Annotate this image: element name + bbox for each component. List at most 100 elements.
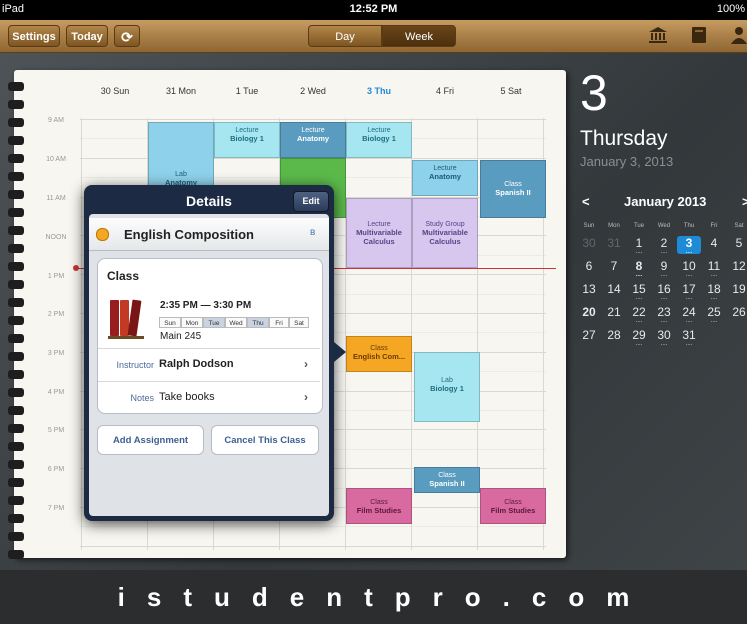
prev-month-button[interactable]: < — [582, 194, 590, 209]
refresh-icon[interactable]: ⟳ — [114, 25, 140, 47]
mini-calendar-day[interactable]: 16.... — [652, 282, 676, 301]
event-block[interactable]: Lab Biology 1 — [414, 352, 480, 422]
event-block[interactable]: Lecture Biology 1 — [214, 122, 280, 158]
mini-calendar-day[interactable]: 30 — [577, 236, 601, 250]
mini-calendar-day[interactable]: 18.... — [702, 282, 726, 301]
binding-ring — [8, 406, 24, 415]
event-block-selected[interactable]: Class English Com... — [346, 336, 412, 372]
settings-button[interactable]: Settings — [8, 25, 60, 47]
binding-ring — [8, 136, 24, 145]
time-label: 7 PM — [47, 505, 65, 512]
next-month-button[interactable]: > — [742, 194, 747, 209]
current-time-dot — [73, 265, 79, 271]
binding-ring — [8, 100, 24, 109]
binding-ring — [8, 460, 24, 469]
day-header-mon[interactable]: 31 Mon — [148, 86, 214, 96]
mini-calendar-day[interactable]: 31 — [602, 236, 626, 250]
time-label: 10 AM — [46, 156, 66, 163]
binding-ring — [8, 442, 24, 451]
room-label: Main 245 — [160, 331, 202, 342]
binding-ring — [8, 316, 24, 325]
event-block[interactable]: Lecture Biology 1 — [346, 122, 412, 158]
mini-calendar-day[interactable]: 29.... — [627, 328, 651, 347]
mini-calendar-day[interactable]: 21 — [602, 305, 626, 319]
section-title: Class — [107, 269, 140, 283]
binding-ring — [8, 82, 24, 91]
institution-icon[interactable] — [647, 26, 669, 46]
notebook-icon[interactable] — [688, 26, 710, 46]
today-button[interactable]: Today — [66, 25, 108, 47]
event-block[interactable]: Lecture Anatomy — [280, 122, 346, 158]
weekday-fri: Fri — [269, 317, 289, 328]
mini-calendar-day[interactable]: 13 — [577, 282, 601, 296]
mini-calendar-day[interactable]: 10.... — [677, 259, 701, 278]
day-header-sun[interactable]: 30 Sun — [82, 86, 148, 96]
mini-calendar-day[interactable]: 2.... — [652, 236, 676, 255]
mini-calendar-day[interactable]: 27 — [577, 328, 601, 342]
tab-week[interactable]: Week — [382, 25, 456, 47]
mini-calendar-day[interactable]: 5 — [727, 236, 747, 250]
mini-calendar-day[interactable]: 14 — [602, 282, 626, 296]
mini-calendar-day[interactable]: 7 — [602, 259, 626, 273]
event-block[interactable]: Class Spanish II — [480, 160, 546, 218]
day-header-tue[interactable]: 1 Tue — [214, 86, 280, 96]
time-label: 2 PM — [47, 311, 65, 318]
weekday-sat: Sat — [289, 317, 309, 328]
mini-calendar-day[interactable]: 12 — [727, 259, 747, 273]
day-header-thu[interactable]: 3 Thu — [346, 86, 412, 96]
mini-calendar-day[interactable]: 4 — [702, 236, 726, 250]
mini-calendar-day[interactable]: 8.... — [627, 259, 651, 278]
mini-calendar-day[interactable]: 25.... — [702, 305, 726, 324]
day-header-wed[interactable]: 2 Wed — [280, 86, 346, 96]
binding-ring — [8, 154, 24, 163]
divider — [98, 348, 320, 349]
binding-ring — [8, 496, 24, 505]
mini-calendar-day[interactable]: 26 — [727, 305, 747, 319]
person-icon[interactable] — [728, 26, 747, 46]
mini-calendar-day[interactable]: 3.... — [677, 236, 701, 255]
mini-calendar-day[interactable]: 15.... — [627, 282, 651, 301]
popover-arrow — [334, 342, 346, 362]
mini-calendar-day[interactable]: 24.... — [677, 305, 701, 324]
binding-ring — [8, 298, 24, 307]
day-header-sat[interactable]: 5 Sat — [478, 86, 544, 96]
binding-ring — [8, 514, 24, 523]
weekday-thu: Thu — [247, 317, 269, 328]
mini-calendar-day[interactable]: 6 — [577, 259, 601, 273]
edit-button[interactable]: Edit — [293, 191, 329, 212]
mini-weekday-label: Sat — [734, 223, 744, 229]
event-block[interactable]: Lecture Multivariable Calculus — [346, 198, 412, 268]
divider — [98, 381, 320, 382]
binding-ring — [8, 118, 24, 127]
cancel-class-button[interactable]: Cancel This Class — [211, 425, 319, 455]
bluetooth-icon: ʙ — [310, 227, 316, 238]
binding-ring — [8, 208, 24, 217]
mini-calendar-day[interactable]: 11.... — [702, 259, 726, 278]
mini-calendar-day[interactable]: 20 — [577, 305, 601, 319]
mini-calendar-day[interactable]: 19 — [727, 282, 747, 296]
binding-ring — [8, 262, 24, 271]
course-name: English Composition — [124, 227, 254, 242]
event-block[interactable]: Class Film Studies — [346, 488, 412, 524]
event-block[interactable]: Lecture Anatomy — [412, 160, 478, 196]
course-color-dot — [96, 228, 109, 241]
mini-calendar-day[interactable]: 30.... — [652, 328, 676, 347]
event-block[interactable]: Study Group Multivariable Calculus — [412, 198, 478, 268]
mini-calendar-day[interactable]: 9.... — [652, 259, 676, 278]
tab-day[interactable]: Day — [308, 25, 382, 47]
event-block[interactable]: Class Spanish II — [414, 467, 480, 493]
mini-calendar-day[interactable]: 31.... — [677, 328, 701, 347]
mini-calendar-day[interactable]: 23.... — [652, 305, 676, 324]
mini-weekday-label: Mon — [608, 223, 620, 229]
day-header-fri[interactable]: 4 Fri — [412, 86, 478, 96]
selected-day-number: 3 — [580, 65, 608, 121]
clock: 12:52 PM — [349, 3, 398, 15]
mini-calendar-day[interactable]: 28 — [602, 328, 626, 342]
event-block[interactable]: Class Film Studies — [480, 488, 546, 524]
time-label: 3 PM — [47, 350, 65, 357]
add-assignment-button[interactable]: Add Assignment — [97, 425, 204, 455]
mini-calendar-day[interactable]: 1.... — [627, 236, 651, 255]
mini-calendar-day[interactable]: 17.... — [677, 282, 701, 301]
binding-ring — [8, 370, 24, 379]
mini-calendar-day[interactable]: 22.... — [627, 305, 651, 324]
